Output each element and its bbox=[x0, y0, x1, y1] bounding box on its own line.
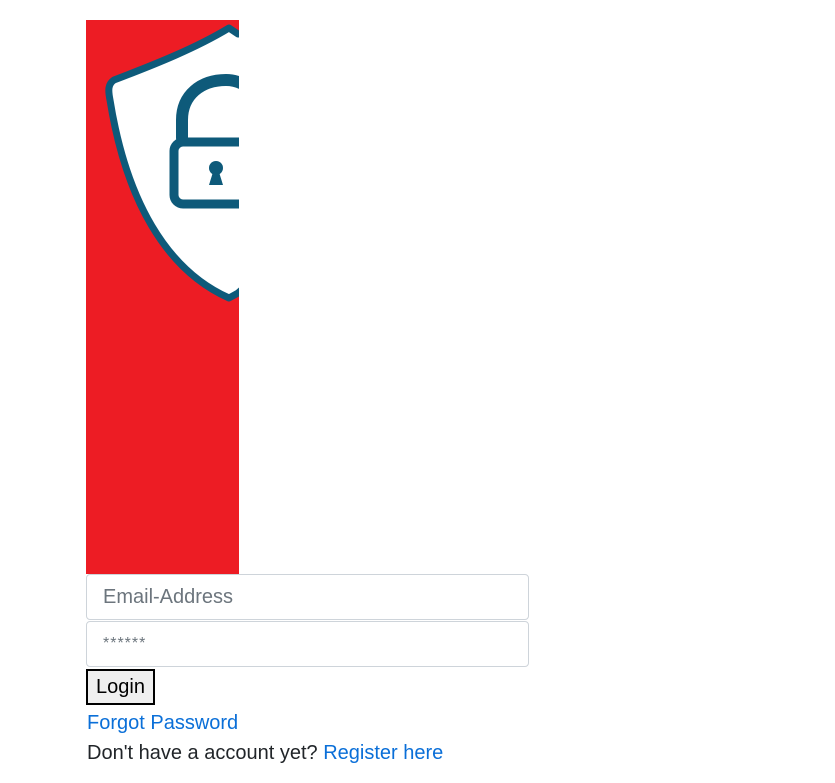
password-field[interactable] bbox=[86, 621, 529, 667]
login-button[interactable]: Login bbox=[86, 669, 155, 705]
email-field[interactable] bbox=[86, 574, 529, 620]
register-prompt: Don't have a account yet? Register here bbox=[87, 740, 443, 766]
lock-body bbox=[169, 137, 239, 209]
register-link[interactable]: Register here bbox=[323, 742, 443, 764]
shield-lock-icon bbox=[86, 20, 239, 574]
forgot-password-link[interactable]: Forgot Password bbox=[87, 710, 238, 736]
no-account-text: Don't have a account yet? bbox=[87, 742, 318, 764]
login-page: Login Forgot Password Don't have a accou… bbox=[0, 0, 835, 783]
hero-image bbox=[86, 20, 239, 574]
